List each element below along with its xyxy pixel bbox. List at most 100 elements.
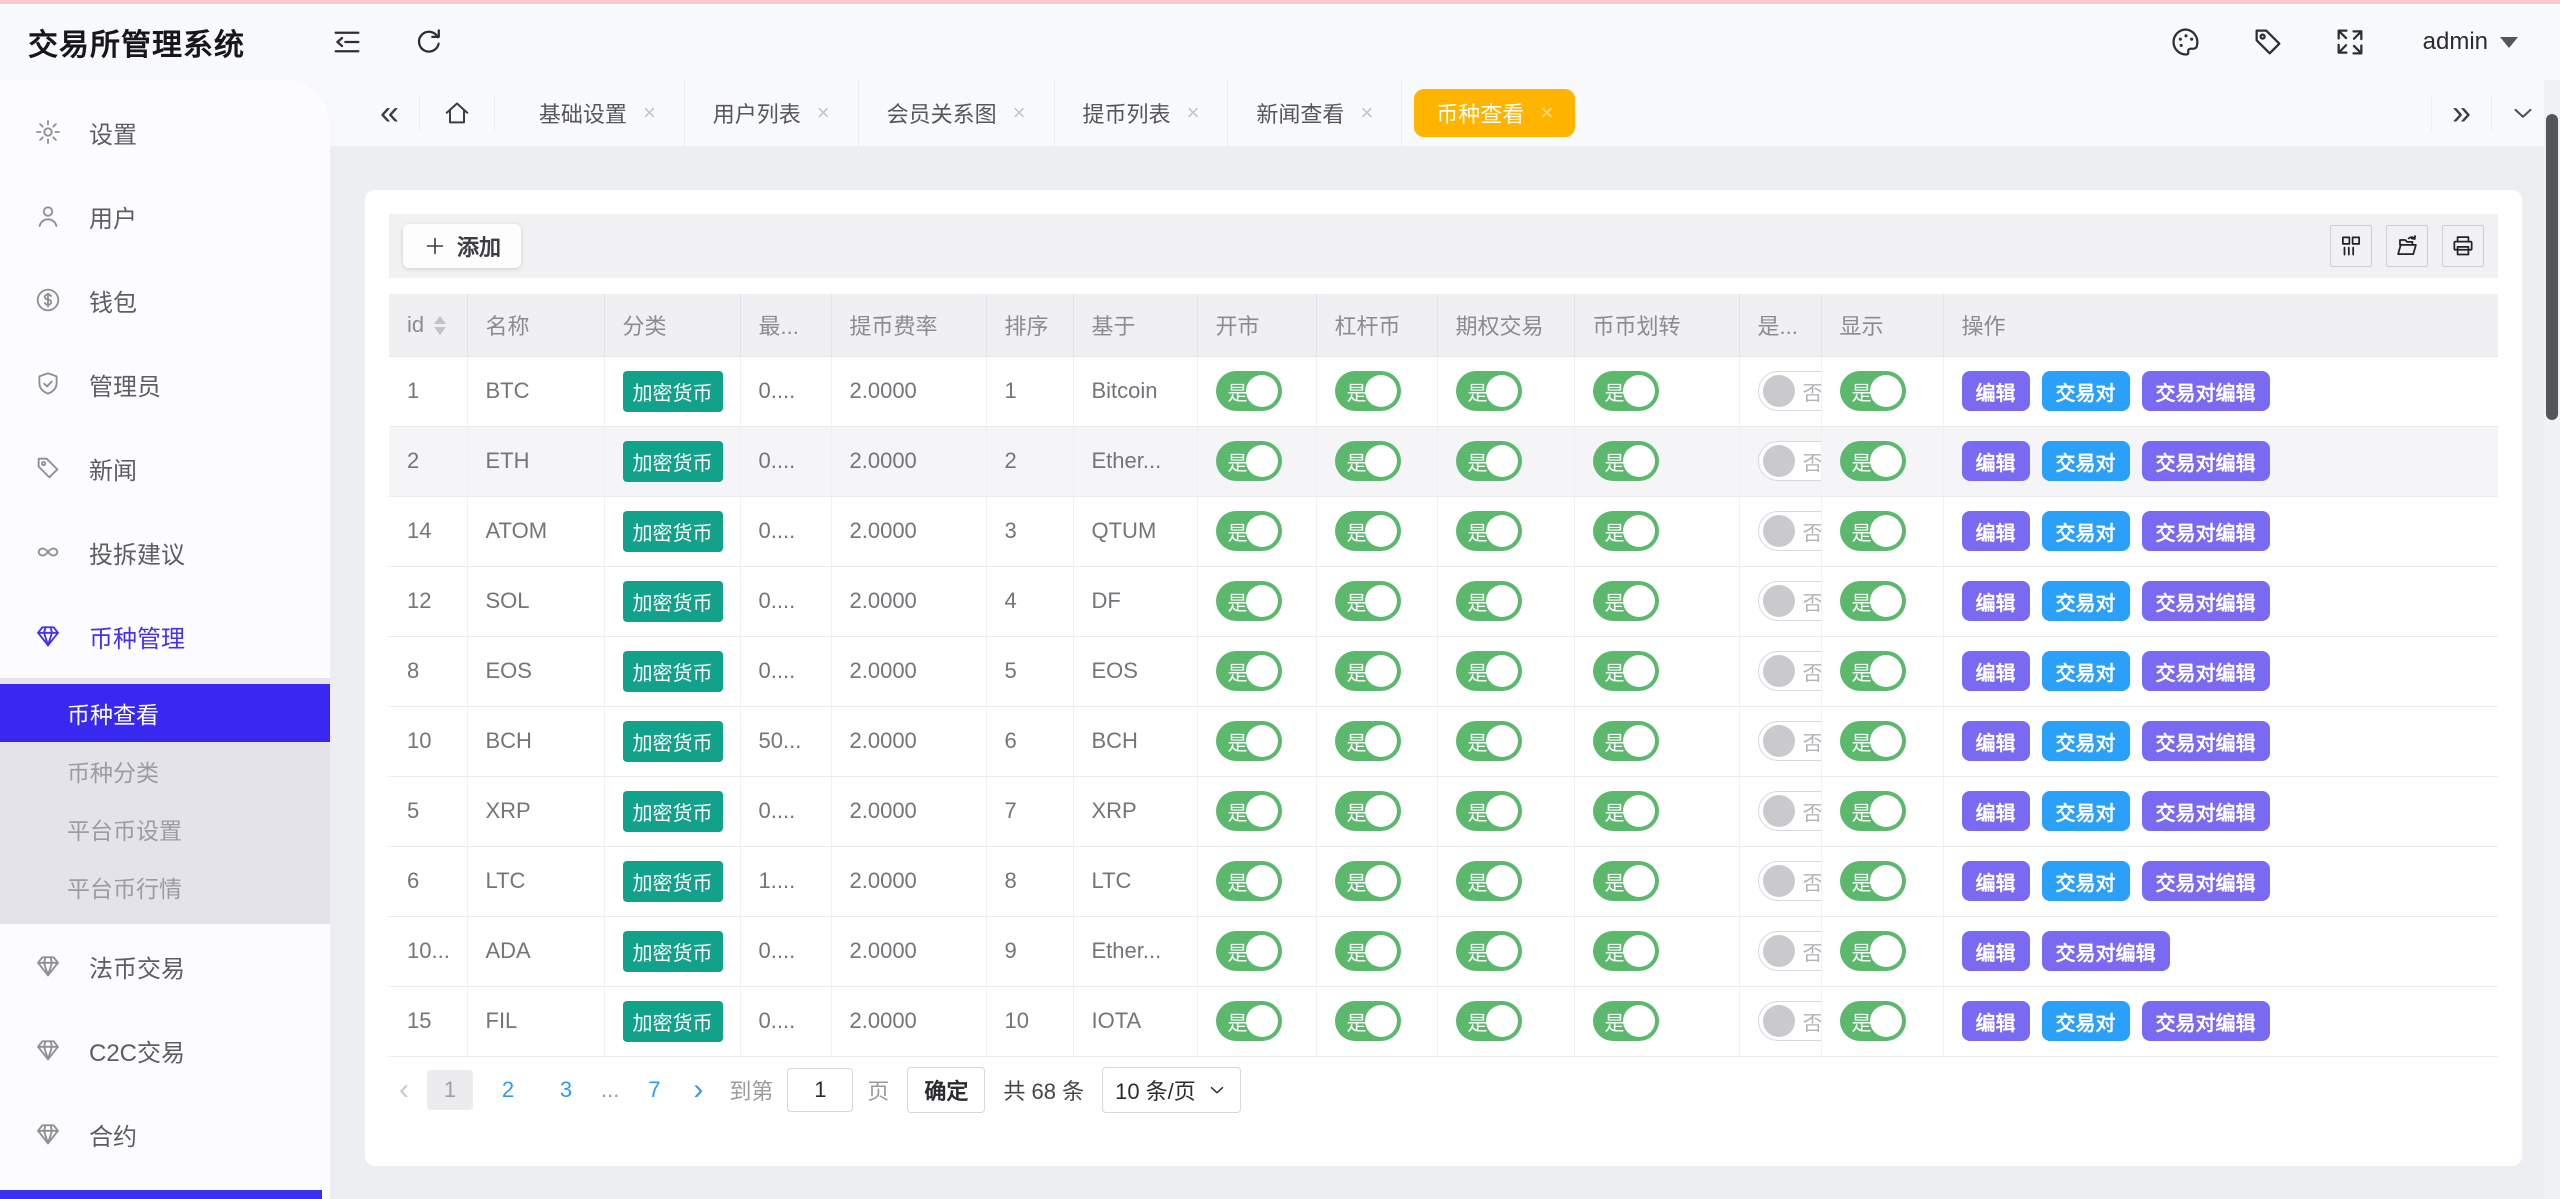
leverage-toggle[interactable]: 是 [1335,1001,1401,1041]
column-header-id[interactable]: id [389,294,467,356]
user-menu[interactable]: admin [2423,28,2518,56]
pairs-edit-button[interactable]: 交易对编辑 [2142,721,2270,761]
refresh-icon[interactable] [412,25,446,59]
transfer-toggle[interactable]: 是 [1593,511,1659,551]
options-toggle[interactable]: 是 [1456,371,1522,411]
open-market-toggle[interactable]: 是 [1216,931,1282,971]
leverage-toggle[interactable]: 是 [1335,721,1401,761]
show-toggle[interactable]: 是 [1840,1001,1906,1041]
sidebar-item-合约[interactable]: 合约 [0,1092,330,1176]
tab-close-icon[interactable]: × [817,102,830,124]
options-toggle[interactable]: 是 [1456,1001,1522,1041]
page-number-7[interactable]: 7 [631,1070,677,1110]
tab-close-icon[interactable]: × [1360,102,1373,124]
show-toggle[interactable]: 是 [1840,791,1906,831]
pairs-edit-button[interactable]: 交易对编辑 [2142,581,2270,621]
page-number-2[interactable]: 2 [485,1070,531,1110]
theme-palette-icon[interactable] [2169,25,2203,59]
transfer-toggle[interactable]: 是 [1593,861,1659,901]
edit-button[interactable]: 编辑 [1962,931,2030,971]
trading-pairs-button[interactable]: 交易对 [2042,721,2130,761]
show-toggle[interactable]: 是 [1840,931,1906,971]
extra-toggle[interactable]: 否 [1758,791,1822,831]
confirm-button[interactable]: 确定 [907,1067,985,1113]
options-toggle[interactable]: 是 [1456,511,1522,551]
sidebar-item-管理员[interactable]: 管理员 [0,342,330,426]
leverage-toggle[interactable]: 是 [1335,441,1401,481]
print-icon[interactable] [2442,225,2484,267]
sidebar-subitem-平台币设置[interactable]: 平台币设置 [0,800,330,858]
show-toggle[interactable]: 是 [1840,651,1906,691]
fullscreen-icon[interactable] [2333,25,2367,59]
open-market-toggle[interactable]: 是 [1216,651,1282,691]
pairs-edit-button[interactable]: 交易对编辑 [2142,511,2270,551]
transfer-toggle[interactable]: 是 [1593,651,1659,691]
extra-toggle[interactable]: 否 [1758,511,1822,551]
pairs-edit-button[interactable]: 交易对编辑 [2142,441,2270,481]
sidebar-item-投拆建议[interactable]: 投拆建议 [0,510,330,594]
pairs-edit-button[interactable]: 交易对编辑 [2142,791,2270,831]
open-market-toggle[interactable]: 是 [1216,511,1282,551]
transfer-toggle[interactable]: 是 [1593,371,1659,411]
sidebar-subitem-币种查看[interactable]: 币种查看 [0,684,330,742]
options-toggle[interactable]: 是 [1456,581,1522,621]
transfer-toggle[interactable]: 是 [1593,581,1659,621]
page-number-3[interactable]: 3 [543,1070,589,1110]
edit-button[interactable]: 编辑 [1962,1001,2030,1041]
pairs-edit-button[interactable]: 交易对编辑 [2142,371,2270,411]
trading-pairs-button[interactable]: 交易对 [2042,791,2130,831]
open-market-toggle[interactable]: 是 [1216,791,1282,831]
transfer-toggle[interactable]: 是 [1593,441,1659,481]
leverage-toggle[interactable]: 是 [1335,581,1401,621]
show-toggle[interactable]: 是 [1840,581,1906,621]
sidebar-subitem-币种分类[interactable]: 币种分类 [0,742,330,800]
sidebar-item-新闻[interactable]: 新闻 [0,426,330,510]
columns-settings-icon[interactable] [2330,225,2372,267]
page-prev-icon[interactable]: ‹ [399,1073,409,1107]
leverage-toggle[interactable]: 是 [1335,371,1401,411]
sidebar-subitem-平台币行情[interactable]: 平台币行情 [0,858,330,916]
transfer-toggle[interactable]: 是 [1593,931,1659,971]
tab-币种查看[interactable]: 币种查看× [1414,89,1575,137]
tab-close-icon[interactable]: × [1013,102,1026,124]
extra-toggle[interactable]: 否 [1758,721,1822,761]
edit-button[interactable]: 编辑 [1962,581,2030,621]
edit-button[interactable]: 编辑 [1962,371,2030,411]
extra-toggle[interactable]: 否 [1758,371,1822,411]
leverage-toggle[interactable]: 是 [1335,931,1401,971]
pairs-edit-button[interactable]: 交易对编辑 [2142,651,2270,691]
show-toggle[interactable]: 是 [1840,511,1906,551]
edit-button[interactable]: 编辑 [1962,441,2030,481]
options-toggle[interactable]: 是 [1456,651,1522,691]
open-market-toggle[interactable]: 是 [1216,581,1282,621]
options-toggle[interactable]: 是 [1456,931,1522,971]
extra-toggle[interactable]: 否 [1758,441,1822,481]
open-market-toggle[interactable]: 是 [1216,861,1282,901]
tab-基础设置[interactable]: 基础设置× [511,80,685,146]
extra-toggle[interactable]: 否 [1758,1001,1822,1041]
home-tab-icon[interactable] [442,98,472,128]
leverage-toggle[interactable]: 是 [1335,861,1401,901]
open-market-toggle[interactable]: 是 [1216,371,1282,411]
tab-close-icon[interactable]: × [1187,102,1200,124]
sidebar-collapse-icon[interactable] [330,25,364,59]
show-toggle[interactable]: 是 [1840,371,1906,411]
extra-toggle[interactable]: 否 [1758,861,1822,901]
sidebar-item-用户[interactable]: 用户 [0,174,330,258]
pairs-edit-button[interactable]: 交易对编辑 [2042,931,2170,971]
page-scrollbar-thumb[interactable] [2546,114,2558,420]
sidebar-item-法币交易[interactable]: 法币交易 [0,924,330,1008]
edit-button[interactable]: 编辑 [1962,511,2030,551]
trading-pairs-button[interactable]: 交易对 [2042,581,2130,621]
trading-pairs-button[interactable]: 交易对 [2042,441,2130,481]
options-toggle[interactable]: 是 [1456,791,1522,831]
trading-pairs-button[interactable]: 交易对 [2042,371,2130,411]
sort-carets-icon[interactable] [434,316,446,335]
pairs-edit-button[interactable]: 交易对编辑 [2142,1001,2270,1041]
trading-pairs-button[interactable]: 交易对 [2042,1001,2130,1041]
tag-icon-header[interactable] [2251,25,2285,59]
show-toggle[interactable]: 是 [1840,721,1906,761]
extra-toggle[interactable]: 否 [1758,931,1822,971]
tab-close-icon[interactable]: × [643,102,656,124]
transfer-toggle[interactable]: 是 [1593,1001,1659,1041]
